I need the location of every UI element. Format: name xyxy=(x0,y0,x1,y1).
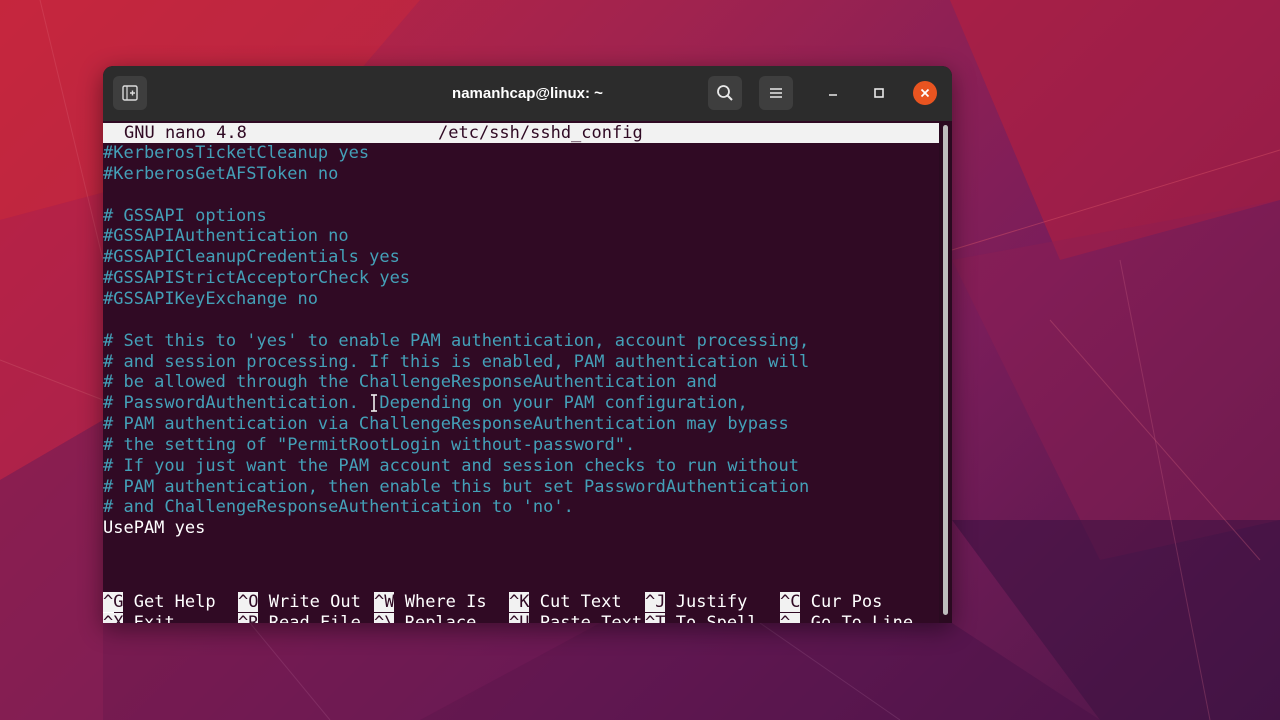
editor-line[interactable]: #GSSAPIKeyExchange no xyxy=(103,289,318,310)
menu-button[interactable] xyxy=(759,76,793,110)
editor-line[interactable]: # GSSAPI options xyxy=(103,206,267,227)
shortcut-item[interactable]: ^J Justify xyxy=(645,592,747,613)
shortcut-item[interactable]: ^C Cur Pos xyxy=(780,592,882,613)
shortcut-label: Paste Text xyxy=(539,613,643,623)
shortcut-key: ^C xyxy=(780,592,801,612)
shortcut-label: Cut Text xyxy=(539,592,622,612)
shortcut-key: ^T xyxy=(645,613,666,623)
editor-line[interactable]: #KerberosTicketCleanup yes xyxy=(103,143,369,164)
editor-line[interactable]: #GSSAPIAuthentication no xyxy=(103,226,349,247)
shortcut-item[interactable]: ^W Where Is xyxy=(374,592,487,613)
shortcut-item[interactable]: ^T To Spell xyxy=(645,613,758,623)
titlebar: namanhcap@linux: ~ xyxy=(103,66,952,121)
shortcut-item[interactable]: ^U Paste Text xyxy=(509,613,642,623)
shortcut-label: Write Out xyxy=(268,592,361,612)
editor-line[interactable]: # and ChallengeResponseAuthentication to… xyxy=(103,497,574,518)
search-button[interactable] xyxy=(708,76,742,110)
terminal-content[interactable]: GNU nano 4.8 /etc/ssh/sshd_config #Kerbe… xyxy=(103,121,939,623)
shortcut-label: Exit xyxy=(133,613,175,623)
shortcut-key: ^J xyxy=(645,592,666,612)
text-cursor-icon xyxy=(371,394,377,412)
shortcut-label: Go To Line xyxy=(810,613,914,623)
editor-line[interactable]: # If you just want the PAM account and s… xyxy=(103,456,799,477)
hamburger-menu-icon xyxy=(770,88,782,98)
editor-line[interactable]: # be allowed through the ChallengeRespon… xyxy=(103,372,717,393)
shortcut-label: Where Is xyxy=(404,592,487,612)
editor-line[interactable]: # PAM authentication, then enable this b… xyxy=(103,477,809,498)
shortcut-key: ^X xyxy=(103,613,124,623)
shortcut-label: To Spell xyxy=(675,613,758,623)
editor-line[interactable]: # the setting of "PermitRootLogin withou… xyxy=(103,435,635,456)
shortcut-key: ^R xyxy=(238,613,259,623)
editor-line[interactable]: UsePAM yes xyxy=(103,518,205,539)
close-button[interactable] xyxy=(913,81,937,105)
nano-file-path: /etc/ssh/sshd_config xyxy=(438,123,643,143)
editor-line[interactable]: #KerberosGetAFSToken no xyxy=(103,164,338,185)
new-tab-icon xyxy=(122,85,138,101)
nano-version: GNU nano 4.8 xyxy=(124,123,247,143)
editor-line[interactable]: # and session processing. If this is ena… xyxy=(103,352,809,373)
shortcut-label: Replace xyxy=(404,613,477,623)
shortcut-item[interactable]: ^\ Replace xyxy=(374,613,476,623)
shortcut-item[interactable]: ^X Exit xyxy=(103,613,175,623)
terminal-window: namanhcap@linux: ~ GNU nano 4.8 /etc/ssh… xyxy=(103,66,952,623)
editor-line[interactable]: # Set this to 'yes' to enable PAM authen… xyxy=(103,331,809,352)
nano-header: GNU nano 4.8 /etc/ssh/sshd_config xyxy=(103,123,939,143)
minimize-button[interactable] xyxy=(820,80,846,106)
editor-line[interactable]: #GSSAPICleanupCredentials yes xyxy=(103,247,400,268)
shortcut-key: ^\ xyxy=(374,613,395,623)
search-icon xyxy=(717,85,733,101)
shortcut-label: Read File xyxy=(268,613,361,623)
scrollbar-thumb[interactable] xyxy=(943,125,948,615)
editor-line[interactable]: #GSSAPIStrictAcceptorCheck yes xyxy=(103,268,410,289)
close-icon xyxy=(920,88,930,98)
shortcut-item[interactable]: ^O Write Out xyxy=(238,592,361,613)
shortcut-label: Cur Pos xyxy=(810,592,883,612)
minimize-icon xyxy=(829,94,837,96)
new-tab-button[interactable] xyxy=(113,76,147,110)
shortcut-item[interactable]: ^R Read File xyxy=(238,613,361,623)
shortcut-key: ^O xyxy=(238,592,259,612)
shortcut-item[interactable]: ^_ Go To Line xyxy=(780,613,913,623)
maximize-icon xyxy=(874,88,884,98)
editor-line[interactable]: # PAM authentication via ChallengeRespon… xyxy=(103,414,789,435)
shortcut-item[interactable]: ^G Get Help xyxy=(103,592,216,613)
maximize-button[interactable] xyxy=(866,80,892,106)
editor-line[interactable]: # PasswordAuthentication. Depending on y… xyxy=(103,393,748,414)
shortcut-key: ^U xyxy=(509,613,530,623)
shortcut-key: ^K xyxy=(509,592,530,612)
shortcut-key: ^G xyxy=(103,592,124,612)
shortcut-label: Get Help xyxy=(133,592,216,612)
scrollbar[interactable] xyxy=(939,121,952,623)
shortcut-item[interactable]: ^K Cut Text xyxy=(509,592,622,613)
shortcut-key: ^W xyxy=(374,592,395,612)
shortcut-key: ^_ xyxy=(780,613,801,623)
shortcut-label: Justify xyxy=(675,592,748,612)
